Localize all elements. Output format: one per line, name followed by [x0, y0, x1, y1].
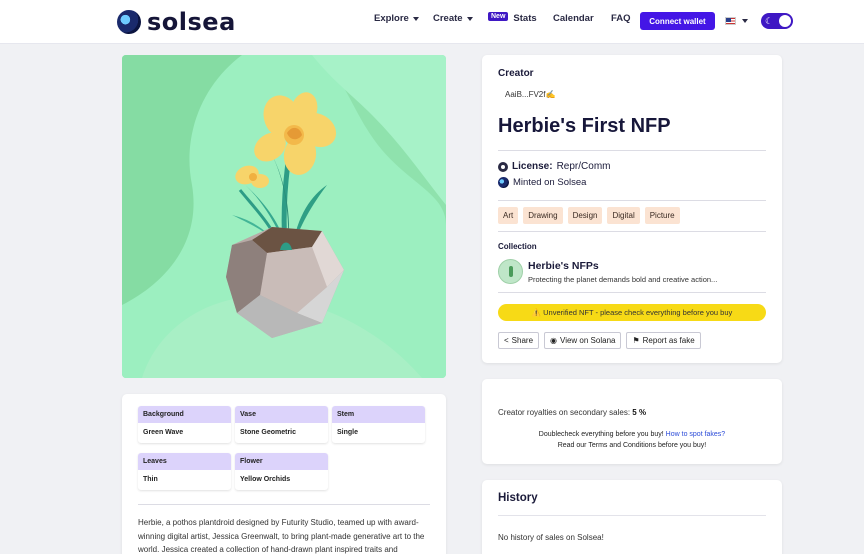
nav-create-label: Create: [433, 13, 463, 24]
attribute-key: Stem: [332, 406, 425, 423]
connect-wallet-button[interactable]: Connect wallet: [640, 12, 715, 30]
terms-row: Read our Terms and Conditions before you…: [482, 442, 782, 449]
creator-label: Creator: [498, 68, 534, 79]
nav-faq-label: FAQ: [611, 13, 631, 24]
doublecheck-text: Doublecheck everything before you buy!: [538, 431, 664, 438]
chevron-down-icon: [412, 16, 419, 21]
moon-icon: ☾: [765, 16, 774, 26]
collection-description: Protecting the planet demands bold and c…: [528, 275, 718, 284]
attribute-value: Thin: [143, 476, 158, 483]
minted-label: Minted on Solsea: [513, 177, 587, 188]
attribute-key: Leaves: [138, 453, 231, 470]
tag[interactable]: Design: [567, 207, 603, 224]
action-buttons: < Share ◉ View on Solana ⚑ Report as fak…: [498, 332, 701, 349]
share-label: Share: [511, 336, 534, 345]
us-flag-icon[interactable]: [725, 17, 736, 25]
brand-name: solsea: [147, 8, 236, 36]
view-on-solana-button[interactable]: ◉ View on Solana: [544, 332, 622, 349]
terms-suffix: before you buy!: [658, 442, 707, 449]
chevron-down-icon[interactable]: [742, 19, 748, 23]
history-card: History No history of sales on Solsea!: [482, 480, 782, 554]
terms-link[interactable]: Terms and Conditions: [588, 442, 656, 449]
license-badge-icon: [498, 161, 508, 172]
attribute-flower: Flower Yellow Orchids: [235, 453, 328, 490]
nav-faq[interactable]: FAQ: [611, 13, 631, 24]
royalties-card: Creator royalties on secondary sales: 5 …: [482, 379, 782, 464]
top-navigation-bar: solsea Explore Create New Stats Calendar…: [0, 0, 864, 44]
brand-logo[interactable]: solsea: [117, 8, 236, 36]
divider: [498, 231, 766, 232]
history-title: History: [498, 492, 538, 504]
attribute-leaves: Leaves Thin: [138, 453, 231, 490]
solsea-logo-icon: [117, 10, 141, 34]
attribute-value: Stone Geometric: [240, 429, 297, 436]
collection-name-link[interactable]: Herbie's NFPs: [528, 260, 599, 272]
attribute-stem: Stem Single: [332, 406, 425, 443]
share-button[interactable]: < Share: [498, 332, 540, 349]
attribute-key: Flower: [235, 453, 328, 470]
collection-avatar[interactable]: [498, 259, 523, 284]
license-row: License: Repr/Comm: [498, 161, 610, 172]
nft-artwork[interactable]: [122, 55, 446, 378]
new-badge: New: [488, 12, 509, 21]
attribute-vase: Vase Stone Geometric: [235, 406, 328, 443]
tag[interactable]: Art: [498, 207, 519, 224]
nft-info-card: Creator AaiB...FV2f✍ Herbie's First NFP …: [482, 55, 782, 363]
divider: [498, 200, 766, 201]
attribute-value: Yellow Orchids: [240, 476, 291, 483]
attributes-card: Background Green Wave Vase Stone Geometr…: [122, 394, 446, 554]
artwork-image: [122, 55, 446, 378]
royalties-label: Creator royalties on secondary sales:: [498, 408, 631, 417]
attribute-key: Vase: [235, 406, 328, 423]
royalties-row: Creator royalties on secondary sales: 5 …: [498, 408, 646, 417]
divider: [498, 150, 766, 151]
solsea-logo-icon: [498, 177, 509, 188]
nav-calendar-label: Calendar: [553, 13, 594, 24]
report-fake-button[interactable]: ⚑ Report as fake: [626, 332, 701, 349]
nav-explore-label: Explore: [374, 13, 409, 24]
nav-stats[interactable]: New Stats: [488, 12, 537, 24]
divider: [498, 292, 766, 293]
theme-toggle[interactable]: ☾: [761, 13, 793, 29]
nft-description: Herbie, a pothos plantdroid designed by …: [138, 518, 425, 554]
nav-explore[interactable]: Explore: [374, 13, 419, 24]
tag[interactable]: Picture: [644, 207, 680, 224]
report-fake-label: Report as fake: [642, 336, 695, 345]
unverified-warning-banner: ⚠️ Unverified NFT - please check everyth…: [498, 304, 766, 321]
globe-icon: ◉: [550, 336, 558, 345]
nav-calendar[interactable]: Calendar: [553, 13, 594, 24]
attribute-value: Single: [337, 429, 359, 436]
license-label: License:: [512, 161, 553, 172]
flag-icon: ⚑: [632, 336, 640, 345]
minted-row: Minted on Solsea: [498, 177, 586, 188]
warning-text: ⚠️ Unverified NFT - please check everyth…: [531, 308, 733, 317]
tag[interactable]: Drawing: [523, 207, 563, 224]
history-empty-message: No history of sales on Solsea!: [498, 533, 604, 542]
collection-label: Collection: [498, 242, 537, 251]
chevron-down-icon: [466, 16, 473, 21]
attribute-key: Background: [138, 406, 231, 423]
divider: [498, 515, 766, 516]
attribute-value: Green Wave: [143, 429, 184, 436]
tag[interactable]: Digital: [607, 207, 640, 224]
divider: [138, 504, 430, 505]
view-on-solana-label: View on Solana: [560, 336, 616, 345]
share-icon: <: [504, 336, 509, 345]
nav-create[interactable]: Create: [433, 13, 473, 24]
nav-stats-label: Stats: [513, 13, 537, 24]
nft-title: Herbie's First NFP: [498, 115, 671, 137]
creator-address-link[interactable]: AaiB...FV2f✍: [505, 90, 555, 99]
license-value: Repr/Comm: [556, 161, 611, 172]
attribute-background: Background Green Wave: [138, 406, 231, 443]
doublecheck-row: Doublecheck everything before you buy! H…: [482, 431, 782, 438]
spot-fakes-link[interactable]: How to spot fakes?: [666, 431, 726, 438]
toggle-knob: [779, 15, 791, 27]
tag-list: Art Drawing Design Digital Picture: [498, 207, 680, 224]
royalties-value: 5 %: [632, 408, 647, 417]
terms-prefix: Read our: [557, 442, 587, 449]
